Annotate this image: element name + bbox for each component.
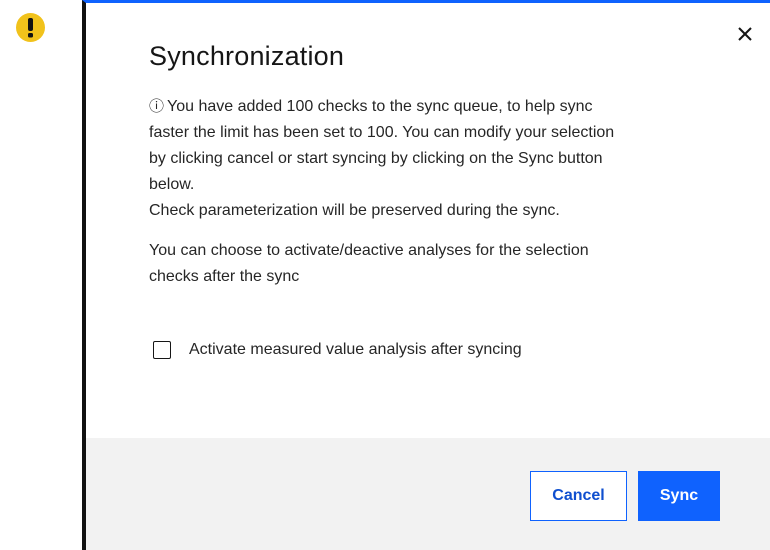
- close-button[interactable]: [734, 23, 756, 45]
- sync-dialog: Synchronization ⓘ You have added 100 chec…: [82, 0, 770, 550]
- dialog-footer: Cancel Sync: [86, 438, 770, 550]
- message-paragraph-3: You can choose to activate/deactive anal…: [149, 238, 729, 290]
- screen: Synchronization ⓘ You have added 100 chec…: [0, 0, 770, 550]
- message-line: checks after the sync: [149, 268, 300, 285]
- dialog-message: ⓘ You have added 100 checks to the sync q…: [149, 93, 729, 290]
- message-line: by clicking cancel or start syncing by c…: [149, 150, 603, 167]
- info-icon: ⓘ: [149, 97, 165, 115]
- message-line: You can choose to activate/deactive anal…: [149, 242, 589, 259]
- exclamation-icon: [28, 18, 33, 38]
- message-paragraph-2: Check parameterization will be preserved…: [149, 202, 560, 219]
- warning-badge: [16, 13, 45, 42]
- activate-analysis-option[interactable]: Activate measured value analysis after s…: [153, 341, 522, 359]
- message-paragraph-1: ⓘ You have added 100 checks to the sync q…: [149, 93, 729, 198]
- checkbox-label: Activate measured value analysis after s…: [189, 341, 522, 358]
- cancel-button[interactable]: Cancel: [530, 471, 627, 521]
- message-text: You have added 100 checks to the sync qu…: [167, 98, 593, 115]
- message-line: below.: [149, 176, 195, 193]
- message-line: faster the limit has been set to 100. Yo…: [149, 124, 615, 141]
- activate-analysis-checkbox[interactable]: [153, 341, 171, 359]
- message-line: ⓘ You have added 100 checks to the sync q…: [149, 93, 729, 120]
- close-icon: [738, 27, 752, 41]
- dialog-title: Synchronization: [149, 41, 345, 71]
- sync-button[interactable]: Sync: [638, 471, 720, 521]
